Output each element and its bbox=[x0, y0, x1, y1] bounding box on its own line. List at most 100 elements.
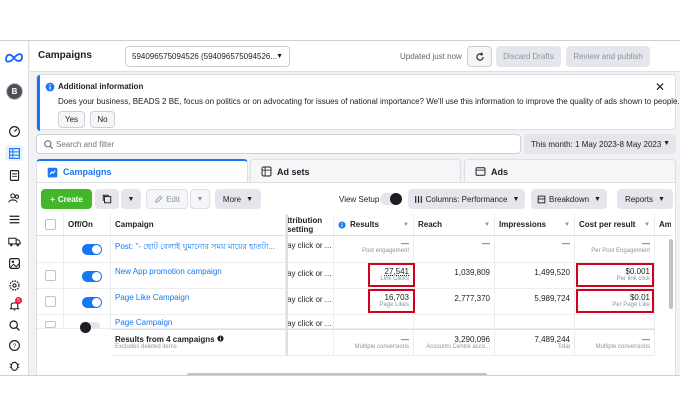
more-label: More bbox=[222, 194, 242, 204]
campaign-toggle[interactable] bbox=[82, 244, 102, 255]
results-header-label: Results bbox=[350, 220, 379, 229]
left-nav-rail: B 5 ? bbox=[0, 41, 29, 375]
notifications-icon[interactable]: 5 bbox=[5, 297, 23, 313]
totals-results: — bbox=[401, 335, 409, 344]
impressions-cell: 5,989,724 bbox=[495, 289, 575, 315]
bug-icon[interactable] bbox=[5, 357, 23, 373]
sort-icon: ▼ bbox=[564, 221, 570, 228]
meta-logo-icon[interactable] bbox=[4, 51, 24, 63]
campaign-toggle[interactable] bbox=[82, 271, 102, 282]
close-icon[interactable]: ✕ bbox=[655, 80, 665, 94]
reach-cell bbox=[414, 315, 495, 329]
campaign-name[interactable]: Page Like Campaign bbox=[111, 289, 286, 315]
offon-header[interactable]: Off/On bbox=[64, 214, 111, 236]
totals-impressions-sub: Total bbox=[557, 344, 570, 350]
edit-dropdown[interactable]: ▼ bbox=[190, 189, 210, 209]
help-icon[interactable]: ? bbox=[5, 337, 23, 353]
highlight-box bbox=[576, 289, 654, 313]
caret-down-icon: ▼ bbox=[246, 195, 254, 203]
campaign-header-label: Campaign bbox=[115, 220, 154, 229]
totals-reach-cell: 3,290,096 Accounts Centre acco... bbox=[414, 329, 495, 356]
discard-drafts-button[interactable]: Discard Drafts bbox=[496, 46, 561, 67]
updated-status: Updated just now bbox=[400, 52, 462, 61]
tab-adsets[interactable]: Ad sets bbox=[250, 159, 461, 183]
impressions-header[interactable]: Impressions ▼ bbox=[495, 214, 575, 236]
info-icon bbox=[338, 221, 346, 228]
reach-header[interactable]: Reach ▼ bbox=[414, 214, 495, 236]
caret-down-icon: ▼ bbox=[276, 53, 283, 60]
cpr-header[interactable]: Cost per result ▼ bbox=[575, 214, 655, 236]
pages-icon[interactable] bbox=[5, 167, 23, 183]
totals-results-sub: Multiple conversions bbox=[354, 344, 409, 350]
campaign-name[interactable]: Post: "- ছোট বেলাই ঘুমানোর সময় মায়ের হ… bbox=[111, 236, 286, 263]
reach-header-label: Reach bbox=[418, 220, 443, 229]
highlight-box bbox=[576, 263, 654, 287]
results-type: Post engagement bbox=[361, 248, 409, 254]
breakdown-icon bbox=[537, 195, 546, 203]
row-checkbox[interactable] bbox=[45, 270, 56, 281]
tab-campaigns[interactable]: Campaigns bbox=[36, 159, 248, 183]
sort-icon: ▼ bbox=[403, 221, 409, 228]
caret-down-icon: ▼ bbox=[512, 195, 520, 203]
review-publish-button[interactable]: Review and publish bbox=[566, 46, 650, 67]
edit-button[interactable]: Edit bbox=[146, 189, 188, 209]
search-icon[interactable] bbox=[5, 317, 23, 333]
date-range-picker[interactable]: This month: 1 May 2023-8 May 2023 ▼ bbox=[524, 134, 676, 154]
account-selector[interactable]: 594096575094526 (594096575094526... ▼ bbox=[125, 46, 290, 67]
reports-dropdown[interactable]: Reports ▼ bbox=[617, 189, 673, 209]
more-button[interactable]: More ▼ bbox=[215, 189, 261, 209]
select-all-checkbox[interactable] bbox=[45, 219, 56, 230]
avatar[interactable]: B bbox=[6, 83, 23, 100]
columns-label: Columns: Performance bbox=[425, 194, 508, 204]
duplicate-button[interactable] bbox=[95, 189, 119, 209]
table-icon[interactable] bbox=[5, 145, 23, 161]
truck-icon[interactable] bbox=[5, 233, 23, 249]
search-input[interactable] bbox=[56, 137, 496, 151]
create-button[interactable]: + Create bbox=[41, 189, 92, 209]
ads-manager-window: B 5 ? Campaigns 594096575094526 (5940965… bbox=[0, 40, 680, 376]
impressions-cell bbox=[495, 315, 575, 329]
campaign-name[interactable]: New App promotion campaign bbox=[111, 263, 286, 289]
info-icon bbox=[45, 82, 55, 92]
totals-results-cell: — Multiple conversions bbox=[334, 329, 414, 356]
campaign-header[interactable]: Campaign bbox=[111, 214, 286, 236]
columns-dropdown[interactable]: Columns: Performance ▼ bbox=[408, 189, 525, 209]
refresh-button[interactable] bbox=[467, 46, 492, 67]
breakdown-dropdown[interactable]: Breakdown ▼ bbox=[531, 189, 607, 209]
campaigns-panel: + Create ▼ Edit ▼ More ▼ View Setup Colu… bbox=[36, 182, 676, 375]
sort-icon: ▼ bbox=[644, 221, 650, 228]
attribution-header[interactable]: ttribution setting bbox=[286, 214, 334, 236]
campaign-toggle[interactable] bbox=[82, 297, 102, 308]
totals-label-cell: Results from 4 campaigns Excludes delete… bbox=[111, 329, 286, 356]
row-checkbox[interactable] bbox=[45, 321, 56, 328]
row-checkbox[interactable] bbox=[45, 296, 56, 307]
vertical-scrollbar[interactable] bbox=[669, 239, 673, 309]
list-icon[interactable] bbox=[5, 211, 23, 227]
amount-header[interactable]: Amo bbox=[655, 214, 671, 236]
tab-ads[interactable]: Ads bbox=[464, 159, 676, 183]
results-header[interactable]: Results ▼ bbox=[334, 214, 414, 236]
results-value: — bbox=[401, 239, 409, 248]
duplicate-dropdown[interactable]: ▼ bbox=[121, 189, 141, 209]
media-icon[interactable] bbox=[5, 255, 23, 271]
notification-badge: 5 bbox=[15, 297, 22, 304]
campaign-name[interactable]: Page Campaign bbox=[111, 315, 286, 329]
attribution-cell: ay click or ... bbox=[286, 289, 334, 315]
audience-icon[interactable] bbox=[5, 189, 23, 205]
totals-reach-sub: Accounts Centre acco... bbox=[426, 344, 490, 350]
cpr-value: — bbox=[642, 239, 650, 248]
svg-text:?: ? bbox=[12, 342, 16, 349]
totals-impressions-cell: 7,489,244 Total bbox=[495, 329, 575, 356]
yes-button[interactable]: Yes bbox=[58, 111, 85, 128]
banner-heading: Additional information bbox=[58, 82, 144, 91]
view-setup-toggle[interactable] bbox=[380, 193, 402, 205]
toggle-cell bbox=[64, 315, 111, 333]
toggle-cell bbox=[64, 236, 111, 263]
campaign-toggle[interactable] bbox=[80, 322, 100, 333]
dashboard-icon[interactable] bbox=[5, 123, 23, 139]
cpr-cell bbox=[575, 315, 655, 329]
horizontal-scrollbar[interactable] bbox=[187, 373, 487, 375]
search-filter-bar[interactable] bbox=[36, 134, 521, 154]
no-button[interactable]: No bbox=[90, 111, 115, 128]
settings-icon[interactable] bbox=[5, 277, 23, 293]
